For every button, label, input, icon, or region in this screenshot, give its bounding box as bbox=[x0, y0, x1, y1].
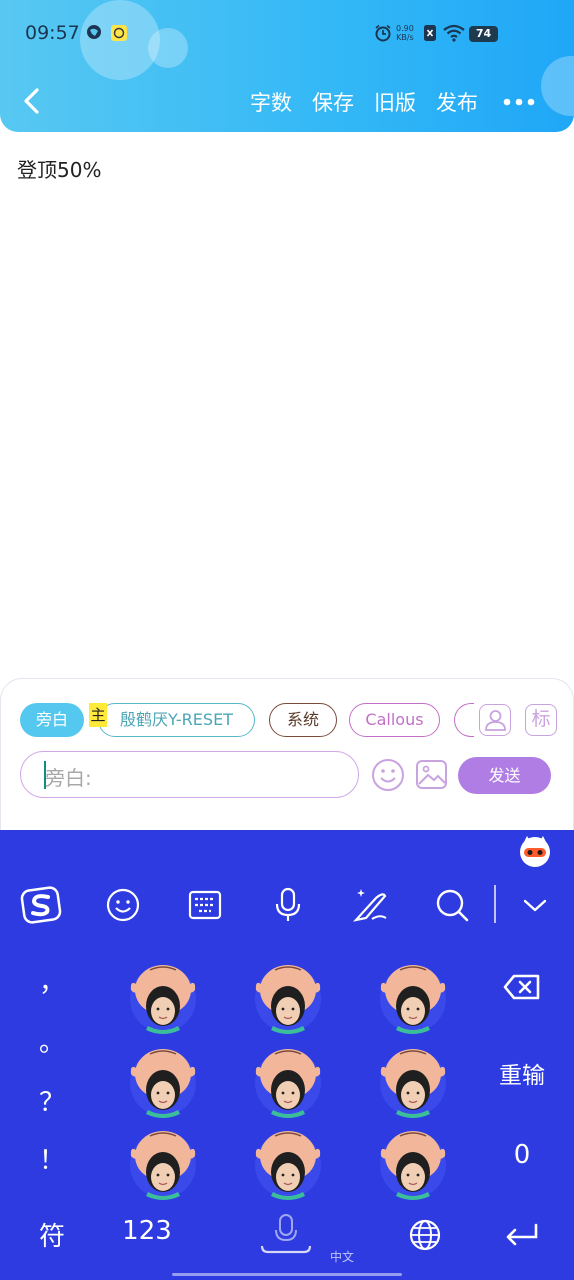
status-time: 09:57 bbox=[25, 22, 80, 44]
chip-character-callous[interactable]: Callous bbox=[349, 703, 440, 737]
image-icon[interactable] bbox=[415, 758, 448, 791]
person-icon bbox=[484, 710, 506, 731]
sticker-item[interactable] bbox=[249, 1124, 327, 1202]
decorative-bubble bbox=[541, 56, 574, 116]
save-button[interactable]: 保存 bbox=[312, 88, 354, 118]
story-content-text[interactable]: 登顶50% bbox=[17, 154, 101, 183]
key-comma[interactable]: ， bbox=[32, 962, 72, 999]
more-dots-icon[interactable] bbox=[502, 92, 536, 112]
sim-disabled-icon bbox=[424, 25, 436, 41]
home-indicator bbox=[172, 1273, 402, 1276]
search-icon[interactable] bbox=[431, 884, 473, 926]
key-period[interactable]: 。 bbox=[32, 1022, 72, 1059]
word-count-button[interactable]: 字数 bbox=[250, 88, 292, 118]
chip-character-yin[interactable]: 殷鹤厌Y-RESET bbox=[98, 703, 255, 737]
app-header: 09:57 0.90 KB/s 74 字数 保存 旧版 发布 bbox=[0, 0, 574, 132]
chip-character-system[interactable]: 系统 bbox=[269, 703, 337, 737]
send-button[interactable]: 发送 bbox=[458, 757, 551, 794]
key-question[interactable]: ？ bbox=[32, 1082, 72, 1119]
retype-key[interactable]: 重输 bbox=[492, 1056, 552, 1090]
tag-button[interactable]: 标 bbox=[525, 704, 557, 736]
old-version-button[interactable]: 旧版 bbox=[374, 88, 416, 118]
smiley-icon[interactable] bbox=[371, 758, 405, 792]
input-placeholder: 旁白: bbox=[45, 766, 92, 790]
network-speed-unit: KB/s bbox=[396, 33, 414, 42]
dialogue-input[interactable]: 旁白: bbox=[20, 751, 359, 798]
zero-key[interactable]: 0 bbox=[502, 1140, 542, 1170]
sticker-item[interactable] bbox=[124, 958, 202, 1036]
sticker-item[interactable] bbox=[249, 1042, 327, 1120]
back-button[interactable] bbox=[18, 86, 48, 116]
collapse-keyboard-icon[interactable] bbox=[514, 884, 556, 926]
app-notification-icon bbox=[111, 25, 127, 41]
sogou-logo-icon[interactable] bbox=[20, 884, 62, 926]
sticker-item[interactable] bbox=[124, 1124, 202, 1202]
keyboard-mascot-icon[interactable] bbox=[518, 834, 552, 868]
numbers-key[interactable]: 123 bbox=[118, 1216, 176, 1246]
world-icon bbox=[87, 25, 101, 39]
microphone-icon[interactable] bbox=[267, 884, 309, 926]
toolbar-divider bbox=[494, 885, 496, 923]
network-speed: 0.90 KB/s bbox=[396, 24, 414, 42]
battery-indicator: 74 bbox=[469, 26, 498, 42]
language-label: 中文 bbox=[330, 1250, 355, 1264]
chip-narration[interactable]: 旁白 bbox=[20, 703, 84, 737]
sticker-item[interactable] bbox=[249, 958, 327, 1036]
main-character-tag: 主 bbox=[89, 703, 107, 727]
symbols-key[interactable]: 符 bbox=[33, 1216, 71, 1253]
sticker-item[interactable] bbox=[374, 1042, 452, 1120]
sticker-item[interactable] bbox=[374, 958, 452, 1036]
key-exclamation[interactable]: ！ bbox=[32, 1140, 72, 1177]
emoji-icon[interactable] bbox=[102, 884, 144, 926]
alarm-icon bbox=[375, 24, 391, 42]
keyboard-icon[interactable] bbox=[184, 884, 226, 926]
handwriting-icon[interactable] bbox=[350, 884, 392, 926]
enter-icon[interactable] bbox=[503, 1220, 541, 1250]
publish-button[interactable]: 发布 bbox=[436, 88, 478, 118]
backspace-icon[interactable] bbox=[502, 972, 542, 1002]
globe-icon[interactable] bbox=[408, 1218, 442, 1252]
space-key[interactable] bbox=[258, 1212, 314, 1258]
wifi-icon bbox=[443, 24, 465, 42]
network-speed-value: 0.90 bbox=[396, 24, 414, 33]
sticker-item[interactable] bbox=[124, 1042, 202, 1120]
add-character-button[interactable] bbox=[479, 704, 511, 736]
decorative-bubble bbox=[148, 28, 188, 68]
sticker-item[interactable] bbox=[374, 1124, 452, 1202]
